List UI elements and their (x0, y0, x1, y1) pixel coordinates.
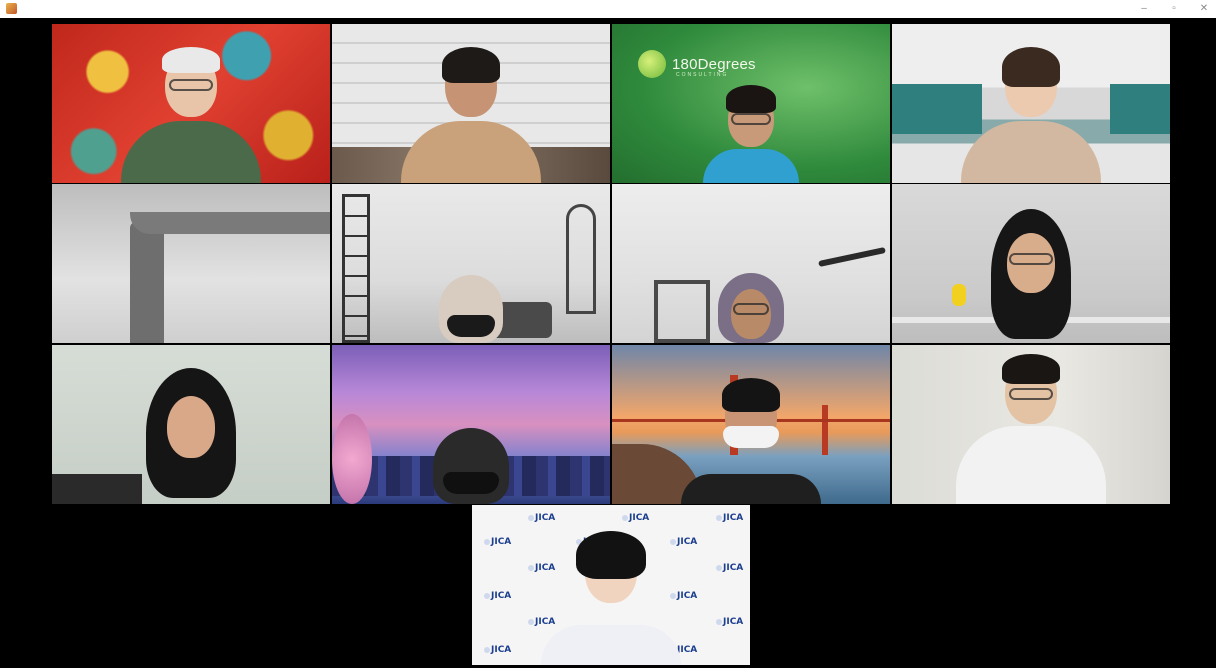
video-tile-5[interactable] (52, 184, 330, 343)
video-tile-9[interactable] (52, 345, 330, 504)
close-button[interactable]: ✕ (1198, 0, 1210, 18)
video-tile-6[interactable] (332, 184, 610, 343)
participant-video (956, 354, 1106, 504)
jica-logo: JICA (716, 513, 743, 523)
video-tile-12[interactable] (892, 345, 1170, 504)
video-tile-1[interactable] (52, 24, 330, 183)
participant-video (676, 374, 826, 504)
video-tile-7[interactable] (612, 184, 890, 343)
participant-video (116, 47, 266, 183)
participant-video (396, 275, 546, 343)
participant-video (686, 85, 816, 183)
video-tile-13[interactable]: JICA JICA JICA JICA JICA JICA JICA JICA … (472, 505, 750, 665)
maximize-button[interactable]: ▫ (1168, 0, 1180, 18)
jica-logo: JICA (716, 563, 743, 573)
participant-video (956, 47, 1106, 183)
participant-video (536, 519, 686, 665)
participant-video (956, 209, 1106, 343)
participant-video (396, 47, 546, 183)
participant-video (676, 273, 826, 343)
app-icon (6, 3, 17, 14)
video-tile-3[interactable]: 180Degrees CONSULTING (612, 24, 890, 183)
video-tile-10[interactable] (332, 345, 610, 504)
logo-subtext: CONSULTING (676, 72, 729, 78)
jica-logo: JICA (716, 617, 743, 627)
video-tile-4[interactable] (892, 24, 1170, 183)
video-tile-8[interactable] (892, 184, 1170, 343)
video-gallery: 180Degrees CONSULTING JICA JICA JICA JIC… (8, 18, 1208, 668)
jica-logo: JICA (484, 591, 511, 601)
video-tile-2[interactable] (332, 24, 610, 183)
participant-video (116, 368, 266, 504)
participant-video (396, 428, 546, 504)
jica-logo: JICA (484, 645, 511, 655)
logo-text: 180Degrees (672, 55, 756, 73)
window-controls: – ▫ ✕ (1138, 0, 1210, 18)
company-logo: 180Degrees CONSULTING (638, 50, 756, 78)
jica-logo: JICA (484, 537, 511, 547)
logo-mark-icon (638, 50, 666, 78)
video-tile-11[interactable] (612, 345, 890, 504)
minimize-button[interactable]: – (1138, 0, 1150, 18)
window-titlebar: – ▫ ✕ (0, 0, 1216, 18)
